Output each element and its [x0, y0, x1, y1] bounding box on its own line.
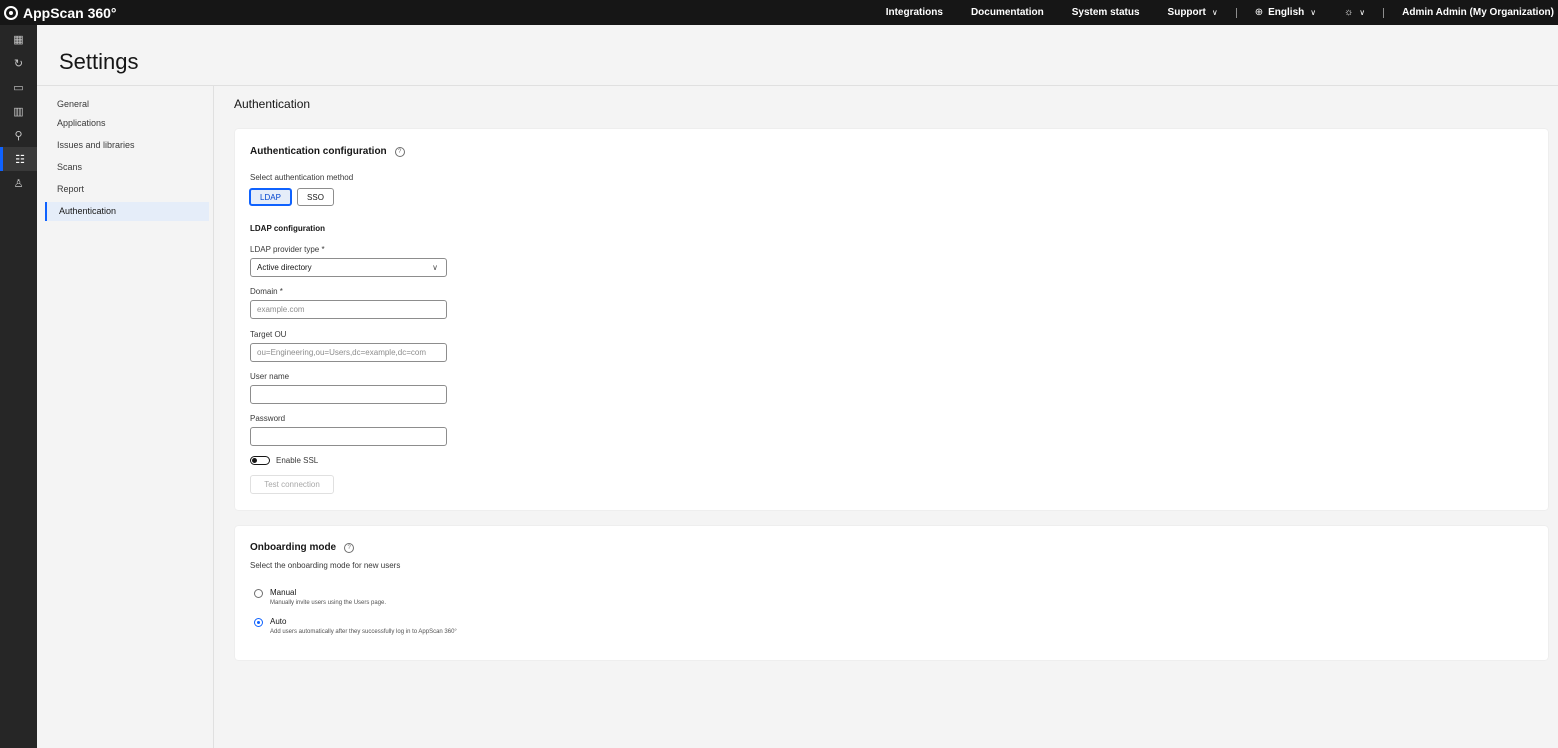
domain-label: Domain *	[250, 287, 283, 296]
onboarding-subtitle: Select the onboarding mode for new users	[250, 561, 401, 570]
appscan-logo-icon	[4, 5, 18, 20]
username-input[interactable]	[250, 385, 447, 404]
integrations-link[interactable]: Integrations	[886, 7, 943, 18]
onboarding-title-text: Onboarding mode	[250, 542, 337, 553]
auth-config-title: Authentication configuration ?	[250, 146, 405, 157]
help-icon[interactable]: ?	[344, 542, 355, 553]
user-menu[interactable]: Admin Admin (My Organization)	[1402, 7, 1554, 18]
main-content: Authentication Authentication configurat…	[214, 86, 1558, 748]
target-ou-input[interactable]: ou=Engineering,ou=Users,dc=example,dc=co…	[250, 343, 447, 362]
onboarding-card: Onboarding mode ? Select the onboarding …	[235, 526, 1548, 660]
manual-description: Manually invite users using the Users pa…	[270, 600, 387, 606]
domain-input[interactable]: example.com	[250, 300, 447, 319]
language-menu[interactable]: ⊕ English ∨	[1255, 7, 1316, 18]
chevron-down-icon: ∨	[1359, 8, 1366, 17]
divider	[1235, 7, 1237, 18]
folder-icon[interactable]: ▭	[0, 75, 37, 99]
help-icon[interactable]: ?	[394, 146, 405, 157]
password-label: Password	[250, 414, 286, 423]
subnav-item-general[interactable]: General	[45, 95, 209, 114]
language-label: English	[1268, 7, 1305, 18]
reports-chart-icon[interactable]: ▥	[0, 99, 37, 123]
ssl-toggle[interactable]	[250, 456, 270, 465]
provider-type-select[interactable]: Active directory ∨	[250, 258, 447, 277]
chevron-down-icon: ∨	[432, 263, 438, 272]
ldap-button[interactable]: LDAP	[249, 188, 292, 206]
dashboard-icon[interactable]: ▦	[0, 27, 37, 51]
sun-icon: ☼	[1344, 7, 1354, 18]
subnav-item-scans[interactable]: Scans	[45, 158, 209, 177]
theme-menu[interactable]: ☼ ∨	[1344, 7, 1365, 18]
support-label: Support	[1167, 7, 1206, 18]
ssl-label: Enable SSL	[276, 456, 319, 465]
chevron-down-icon: ∨	[1310, 8, 1317, 17]
auto-description: Add users automatically after they succe…	[270, 629, 457, 635]
documentation-link[interactable]: Documentation	[971, 7, 1044, 18]
page-header: Settings	[37, 25, 1558, 86]
auth-config-card: Authentication configuration ? Select au…	[235, 129, 1548, 510]
support-menu[interactable]: Support ∨	[1168, 7, 1218, 18]
onboarding-title: Onboarding mode ?	[250, 542, 355, 553]
top-bar: AppScan 360° Integrations Documentation …	[0, 0, 1558, 25]
auto-label: Auto	[270, 617, 287, 626]
top-nav: Integrations Documentation System status…	[872, 7, 1558, 18]
subnav-item-issues-and-libraries[interactable]: Issues and libraries	[45, 136, 209, 155]
page-title: Settings	[59, 49, 139, 74]
auto-radio[interactable]	[254, 618, 263, 627]
username-label: User name	[250, 372, 290, 381]
app-name: AppScan 360°	[23, 4, 117, 21]
test-connection-button[interactable]: Test connection	[250, 475, 334, 494]
password-input[interactable]	[250, 427, 447, 446]
ldap-config-heading: LDAP configuration	[250, 224, 325, 233]
settings-icon[interactable]: ☷	[0, 147, 37, 171]
target-ou-label: Target OU	[250, 330, 287, 339]
method-label: Select authentication method	[250, 173, 354, 182]
sso-button[interactable]: SSO	[297, 188, 334, 206]
refresh-icon[interactable]: ↻	[0, 51, 37, 75]
subnav-item-report[interactable]: Report	[45, 180, 209, 199]
subnav-item-authentication[interactable]: Authentication	[45, 202, 209, 221]
manual-label: Manual	[270, 588, 297, 597]
globe-icon: ⊕	[1254, 7, 1264, 18]
manual-radio[interactable]	[254, 589, 263, 598]
provider-type-label: LDAP provider type *	[250, 245, 325, 254]
auth-config-title-text: Authentication configuration	[250, 146, 387, 157]
user-icon[interactable]: ♙	[0, 171, 37, 195]
provider-type-value: Active directory	[257, 263, 312, 272]
section-title: Authentication	[234, 97, 311, 111]
app-brand[interactable]: AppScan 360°	[0, 5, 117, 21]
left-rail: ▦ ↻ ▭ ▥ ⚲ ☷ ♙	[0, 25, 37, 748]
wrench-icon[interactable]: ⚲	[0, 123, 37, 147]
subnav-item-applications[interactable]: Applications	[45, 114, 209, 133]
settings-subnav: General Applications Issues and librarie…	[37, 86, 214, 748]
divider	[1383, 7, 1385, 18]
chevron-down-icon: ∨	[1211, 8, 1218, 17]
system-status-link[interactable]: System status	[1072, 7, 1140, 18]
